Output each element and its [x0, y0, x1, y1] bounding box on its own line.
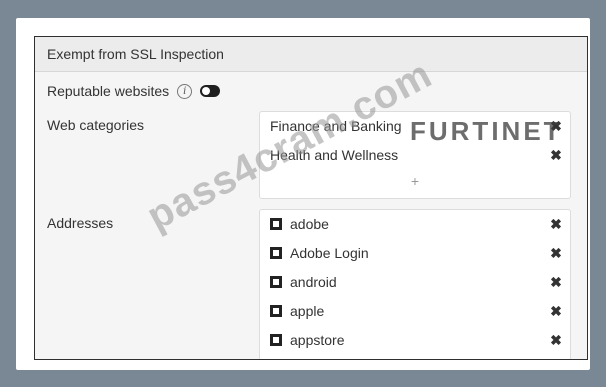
- remove-icon[interactable]: ✖: [548, 141, 564, 170]
- addresses-label: Addresses: [47, 215, 114, 231]
- web-category-name: Finance and Banking: [270, 118, 402, 134]
- address-icon: [270, 334, 282, 346]
- remove-icon[interactable]: ✖: [548, 112, 564, 141]
- remove-icon[interactable]: ✖: [548, 297, 564, 326]
- reputable-websites-row: Reputable websites i: [47, 81, 221, 101]
- remove-icon[interactable]: ✖: [548, 210, 564, 239]
- list-item: Health and Wellness ✖: [260, 141, 570, 170]
- list-item: android ✖: [260, 268, 570, 297]
- address-name: appstore: [290, 332, 345, 348]
- ssl-exemption-panel: Exempt from SSL Inspection Reputable web…: [34, 36, 588, 360]
- reputable-websites-label: Reputable websites: [47, 83, 170, 99]
- reputable-websites-toggle[interactable]: [200, 85, 221, 97]
- web-category-name: Health and Wellness: [270, 147, 399, 163]
- addresses-box[interactable]: adobe ✖ Adobe Login ✖ android ✖ apple ✖ …: [259, 209, 571, 359]
- address-name: android: [290, 274, 337, 290]
- address-name: adobe: [290, 216, 329, 232]
- remove-icon[interactable]: ✖: [548, 326, 564, 355]
- panel-title: Exempt from SSL Inspection: [35, 37, 587, 72]
- list-item: Finance and Banking ✖: [260, 112, 570, 141]
- web-categories-label: Web categories: [47, 117, 145, 133]
- add-web-category-button[interactable]: +: [260, 170, 570, 192]
- address-icon: [270, 247, 282, 259]
- address-icon: [270, 276, 282, 288]
- remove-icon[interactable]: ✖: [548, 239, 564, 268]
- address-name: apple: [290, 303, 325, 319]
- list-item: appstore ✖: [260, 326, 570, 355]
- remove-icon[interactable]: ✖: [548, 268, 564, 297]
- list-item: apple ✖: [260, 297, 570, 326]
- address-icon: [270, 305, 282, 317]
- web-categories-box[interactable]: Finance and Banking ✖ Health and Wellnes…: [259, 111, 571, 199]
- info-icon[interactable]: i: [177, 83, 193, 99]
- list-item: Adobe Login ✖: [260, 239, 570, 268]
- address-icon: [270, 218, 282, 230]
- list-item: adobe ✖: [260, 210, 570, 239]
- toggle-knob: [202, 87, 211, 95]
- address-name: Adobe Login: [290, 245, 369, 261]
